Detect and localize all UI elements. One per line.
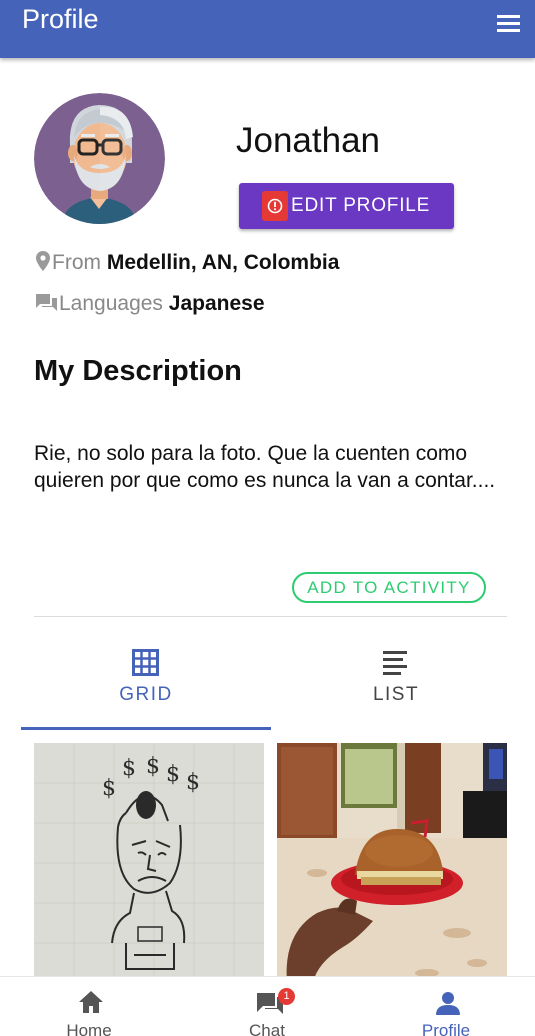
chat-bubbles-icon (36, 294, 57, 318)
nav-home-label: Home (66, 1021, 112, 1036)
person-icon (436, 992, 460, 1015)
description-title: My Description (34, 355, 242, 387)
photo-burger[interactable] (277, 743, 507, 983)
nav-home[interactable]: Home (0, 977, 178, 1036)
avatar (34, 93, 165, 224)
info-icon (262, 191, 288, 221)
active-tab-indicator (21, 727, 271, 730)
profile-name: Jonathan (236, 121, 381, 160)
page-title: Profile (22, 4, 99, 34)
nav-chat[interactable]: 1 Chat (178, 977, 356, 1036)
svg-text:$: $ (186, 770, 200, 795)
tab-list[interactable]: LIST (271, 640, 521, 730)
add-to-activity-button[interactable]: ADD TO ACTIVITY (292, 572, 486, 603)
tab-list-label: LIST (372, 684, 420, 705)
svg-text:$: $ (122, 756, 136, 781)
svg-text:$: $ (102, 776, 116, 801)
description-text: Rie, no solo para la foto. Que la cuente… (34, 442, 496, 492)
languages-value: Japanese (168, 292, 265, 315)
hamburger-menu-icon[interactable] (497, 13, 521, 33)
from-label: From (52, 251, 101, 274)
tab-grid-label: GRID (119, 684, 173, 705)
nav-chat-label: Chat (249, 1021, 285, 1036)
tab-grid[interactable]: GRID (21, 640, 271, 730)
svg-text:$: $ (146, 754, 160, 779)
location-row: From Medellin, AN, Colombia (36, 251, 339, 277)
from-value: Medellin, AN, Colombia (106, 251, 340, 274)
photo-drawing[interactable]: $ $ $ $ $ (34, 743, 264, 983)
nav-profile-label: Profile (421, 1021, 471, 1036)
languages-row: Languages Japanese (36, 292, 265, 318)
nav-profile[interactable]: Profile (357, 977, 535, 1036)
edit-profile-label: EDIT PROFILE (291, 195, 431, 216)
home-icon (79, 991, 103, 1013)
languages-label: Languages (59, 292, 163, 315)
chat-unread-badge: 1 (278, 988, 295, 1005)
app-bar: Profile (0, 0, 535, 58)
location-pin-icon (36, 251, 50, 277)
svg-text:$: $ (166, 762, 180, 787)
bottom-navigation: Home 1 Chat Profile (0, 976, 535, 1036)
edit-profile-button[interactable]: EDIT PROFILE (239, 183, 454, 229)
list-icon (382, 649, 408, 680)
divider (34, 616, 507, 617)
grid-icon (132, 649, 159, 681)
